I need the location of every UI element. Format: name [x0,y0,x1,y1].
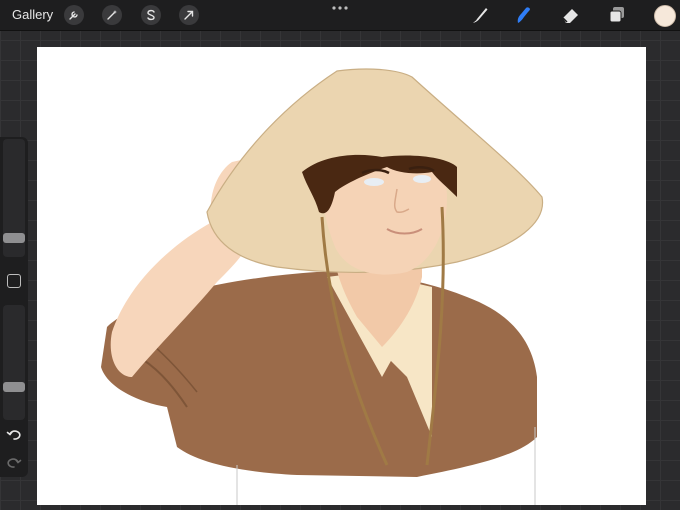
smudge-icon[interactable] [512,4,534,26]
magic-wand-icon[interactable] [102,5,122,25]
gallery-button[interactable]: Gallery [12,7,53,22]
undo-icon[interactable] [6,427,22,443]
ellipsis-icon[interactable] [331,4,349,12]
left-sidebar [0,137,28,477]
opacity-thumb[interactable] [3,382,25,392]
artwork-illustration [101,68,544,505]
top-toolbar: Gallery [0,0,680,31]
modify-square-icon[interactable] [7,274,21,288]
brush-size-thumb[interactable] [3,233,25,243]
selection-s-icon[interactable] [141,5,161,25]
redo-icon[interactable] [6,455,22,471]
brush-icon[interactable] [469,4,491,26]
brush-size-slider[interactable] [3,139,25,257]
color-swatch[interactable] [654,5,676,27]
opacity-slider[interactable] [3,305,25,420]
eraser-icon[interactable] [560,4,582,26]
wrench-icon[interactable] [64,5,84,25]
arrow-transform-icon[interactable] [179,5,199,25]
layers-icon[interactable] [606,4,628,26]
drawing-canvas[interactable] [37,47,646,505]
